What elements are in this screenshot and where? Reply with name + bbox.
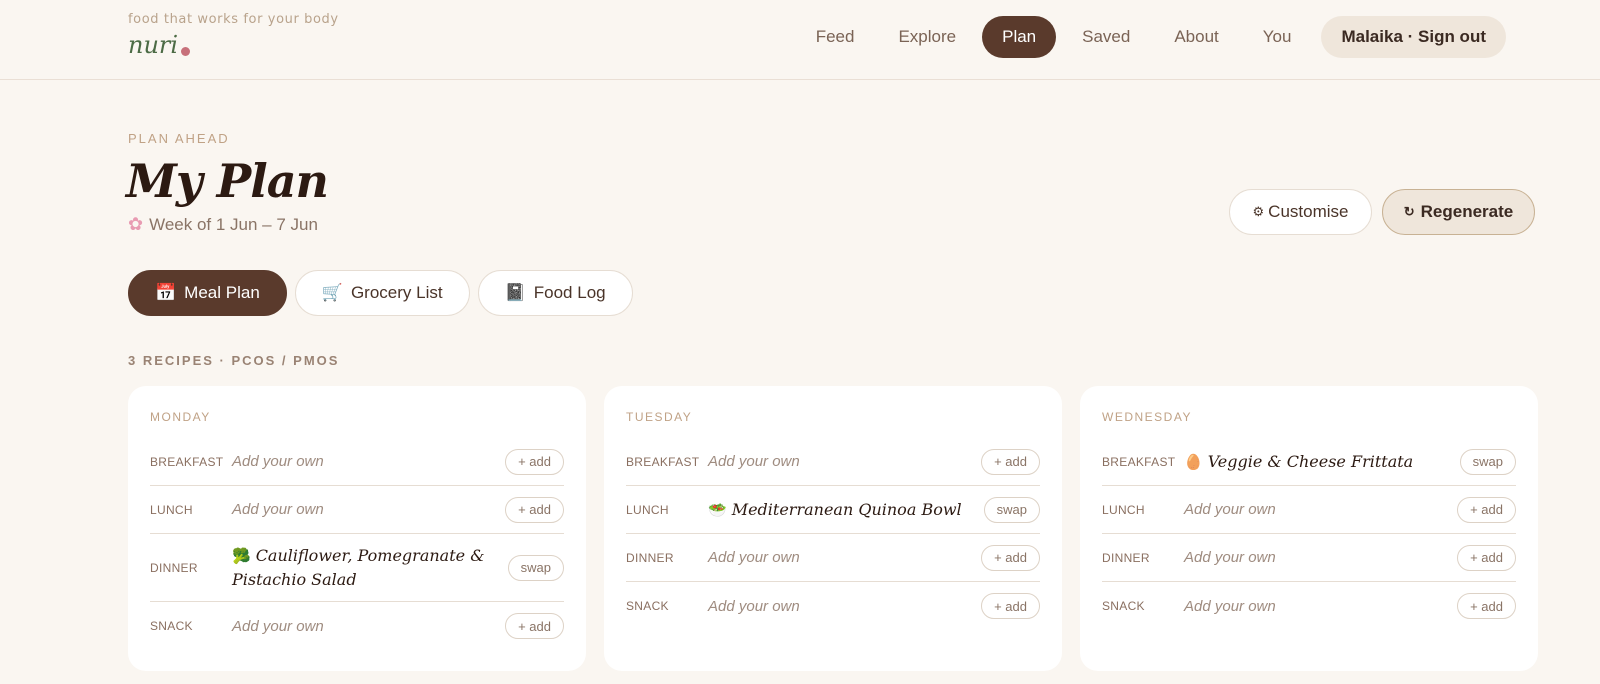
customise-button[interactable]: ⚙ Customise [1229, 189, 1372, 235]
meal-row-lunch: LUNCH Add your own + add [1102, 486, 1516, 534]
top-nav-bar: food that works for your body nuri Feed … [0, 0, 1600, 80]
nav-explore[interactable]: Explore [876, 16, 978, 58]
add-meal-button[interactable]: + add [505, 448, 564, 475]
flower-icon: ✿ [128, 214, 144, 234]
meal-type: BREAKFAST [150, 454, 224, 469]
swap-meal-button[interactable]: swap [983, 496, 1040, 523]
add-meal-button[interactable]: + add [981, 448, 1040, 475]
tab-food-log[interactable]: 📓 Food Log [477, 270, 633, 316]
meal-type: BREAKFAST [626, 454, 700, 469]
meal-placeholder: Add your own [708, 549, 800, 566]
meal-row-dinner: DINNER 🥦 Cauliflower, Pomegranate & Pista… [150, 534, 564, 602]
meal-row-breakfast: BREAKFAST Add your own + add [626, 438, 1040, 486]
gear-icon: ⚙ [1252, 204, 1265, 219]
meal-row-snack: SNACK Add your own + add [150, 602, 564, 650]
nav-feed[interactable]: Feed [794, 16, 877, 58]
main-nav: Feed Explore Plan Saved About You Malaik… [794, 16, 1506, 58]
add-meal-button[interactable]: + add [505, 613, 564, 639]
meal-placeholder: Add your own [1184, 597, 1276, 615]
week-label: Week of 1 Jun – 7 Jun [149, 214, 318, 234]
meal-row-lunch: LUNCH 🥗 Mediterranean Quinoa Bowl swap [626, 486, 1040, 534]
account-sign-out-button[interactable]: Malaika · Sign out [1321, 16, 1506, 58]
day-card-tuesday: TUESDAY BREAKFAST Add your own + add LUN… [604, 386, 1062, 671]
broccoli-icon: 🥦 [232, 546, 251, 565]
meal-row-snack: SNACK Add your own + add [626, 582, 1040, 630]
day-name: MONDAY [150, 410, 211, 424]
tab-grocery-list[interactable]: 🛒 Grocery List [294, 270, 470, 316]
logo-dot [181, 47, 191, 56]
tab-label: Grocery List [350, 283, 443, 302]
meal-type: LUNCH [150, 502, 193, 517]
day-cards: MONDAY BREAKFAST Add your own + add LUNC… [128, 386, 1538, 671]
regenerate-label: Regenerate [1420, 202, 1514, 221]
cart-icon: 🛒 [321, 283, 343, 302]
swap-meal-button[interactable]: swap [1459, 448, 1516, 475]
brand-tagline: food that works for your body [128, 12, 339, 27]
day-name: TUESDAY [626, 410, 693, 424]
meal-type: SNACK [1102, 599, 1145, 613]
add-meal-button[interactable]: + add [1457, 593, 1516, 619]
tab-meal-plan[interactable]: 📅 Meal Plan [128, 270, 287, 316]
page-title: My Plan [126, 154, 329, 208]
meal-placeholder: Add your own [232, 501, 324, 518]
meal-placeholder: Add your own [1184, 549, 1276, 566]
recipe-link[interactable]: 🥚 Veggie & Cheese Frittata [1184, 450, 1460, 474]
regenerate-button[interactable]: ↻ Regenerate [1382, 189, 1535, 235]
nav-about[interactable]: About [1152, 16, 1240, 58]
nav-you[interactable]: You [1241, 16, 1314, 58]
add-meal-button[interactable]: + add [1457, 496, 1516, 523]
meal-placeholder: Add your own [708, 453, 800, 470]
day-card-wednesday: WEDNESDAY BREAKFAST 🥚 Veggie & Cheese Fri… [1080, 386, 1538, 671]
meal-type: BREAKFAST [1102, 454, 1176, 469]
week-range: ✿ Week of 1 Jun – 7 Jun [128, 214, 318, 235]
meal-type: DINNER [1102, 550, 1150, 565]
meal-row-breakfast: BREAKFAST Add your own + add [150, 438, 564, 486]
salad-icon: 🥗 [708, 500, 727, 519]
day-name: WEDNESDAY [1102, 410, 1192, 424]
logo[interactable]: nuri [128, 31, 339, 59]
logo-text: nuri [128, 31, 179, 59]
refresh-icon: ↻ [1403, 204, 1415, 219]
meal-row-dinner: DINNER Add your own + add [1102, 534, 1516, 582]
day-card-monday: MONDAY BREAKFAST Add your own + add LUNC… [128, 386, 586, 671]
meal-placeholder: Add your own [1184, 501, 1276, 518]
add-meal-button[interactable]: + add [981, 593, 1040, 619]
meal-placeholder: Add your own [708, 597, 800, 615]
nav-saved[interactable]: Saved [1060, 16, 1152, 58]
recipe-name: Veggie & Cheese Frittata [1207, 451, 1414, 471]
recipe-name: Mediterranean Quinoa Bowl [731, 499, 962, 519]
add-meal-button[interactable]: + add [1457, 544, 1516, 571]
notebook-icon: 📓 [504, 283, 526, 302]
brand[interactable]: food that works for your body nuri [128, 12, 339, 59]
add-meal-button[interactable]: + add [505, 496, 564, 523]
recipes-summary: 3 RECIPES · PCOS / PMOS [128, 353, 340, 368]
plan-tabs: 📅 Meal Plan 🛒 Grocery List 📓 Food Log [128, 270, 633, 316]
meal-type: DINNER [150, 560, 198, 575]
meal-row-snack: SNACK Add your own + add [1102, 582, 1516, 630]
meal-row-dinner: DINNER Add your own + add [626, 534, 1040, 582]
tab-label: Food Log [533, 283, 606, 302]
add-meal-button[interactable]: + add [981, 544, 1040, 571]
nav-plan[interactable]: Plan [982, 16, 1057, 58]
page-eyebrow: PLAN AHEAD [128, 131, 230, 146]
swap-meal-button[interactable]: swap [507, 554, 564, 581]
recipe-link[interactable]: 🥗 Mediterranean Quinoa Bowl [708, 498, 984, 522]
meal-type: LUNCH [1102, 502, 1145, 517]
meal-placeholder: Add your own [232, 617, 324, 635]
meal-row-lunch: LUNCH Add your own + add [150, 486, 564, 534]
meal-type: LUNCH [626, 502, 669, 517]
egg-icon: 🥚 [1184, 452, 1203, 471]
meal-row-breakfast: BREAKFAST 🥚 Veggie & Cheese Frittata swap [1102, 438, 1516, 486]
recipe-link[interactable]: 🥦 Cauliflower, Pomegranate & Pistachio Sa… [232, 544, 508, 592]
recipe-name: Cauliflower, Pomegranate & Pistachio Sal… [232, 545, 485, 589]
tab-label: Meal Plan [184, 283, 260, 302]
customise-label: Customise [1268, 202, 1349, 221]
meal-type: DINNER [626, 550, 674, 565]
meal-type: SNACK [150, 619, 193, 633]
meal-placeholder: Add your own [232, 453, 324, 470]
calendar-icon: 📅 [155, 283, 177, 302]
meal-type: SNACK [626, 599, 669, 613]
